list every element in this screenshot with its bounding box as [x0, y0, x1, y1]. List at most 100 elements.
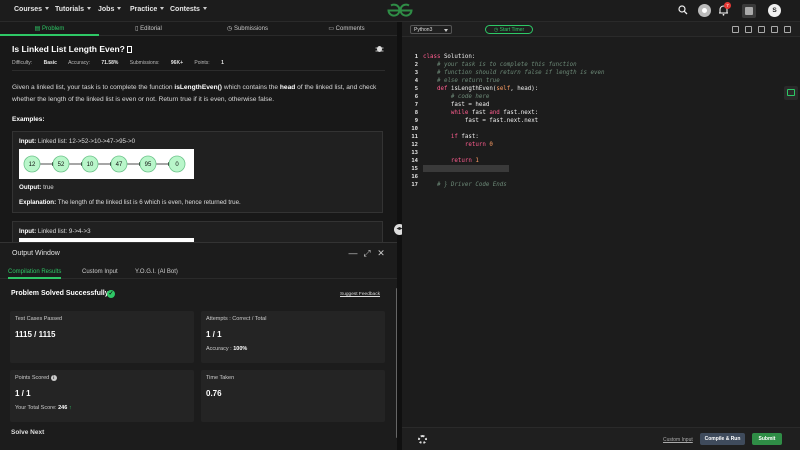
code-line[interactable]: # else return true — [423, 78, 500, 84]
chevron-down-icon — [87, 7, 92, 10]
nav-tutorials[interactable]: Tutorials — [55, 6, 92, 13]
total-score-value: 246 — [58, 405, 68, 411]
apps-icon[interactable] — [742, 4, 756, 18]
bookmark-icon[interactable] — [127, 46, 133, 53]
minimize-icon[interactable]: — — [347, 247, 359, 259]
editor-footer: Custom Input Compile & Run Submit — [402, 427, 800, 450]
solve-next-heading: Solve Next — [11, 429, 45, 436]
difficulty-value: Basic — [43, 60, 57, 66]
nav-practice[interactable]: Practice — [130, 6, 165, 13]
node-label: 47 — [116, 162, 123, 168]
result-status: Problem Solved Successfully — [11, 290, 109, 297]
arrow-up-icon: ↑ — [68, 405, 72, 411]
code-line[interactable]: fast = fast.next.next — [423, 118, 538, 124]
tab-problem[interactable]: ▤ Problem — [0, 22, 99, 36]
tab-submissions[interactable]: ◷ Submissions — [198, 22, 297, 36]
line-numbers: 1 2 3 4 5 6 7 8 9 10 11 12 13 14 15 16 17 — [402, 37, 420, 427]
check-icon: ✓ — [107, 290, 115, 298]
fullscreen-icon[interactable] — [771, 26, 778, 33]
example-box: Input: Linked list: 12->52->10->47->95->… — [12, 131, 383, 213]
language-select[interactable]: Python3 — [410, 25, 452, 34]
code-line[interactable]: # code here — [423, 94, 489, 100]
line-number: 3 — [414, 70, 418, 76]
test-cases-value: 1115 / 1115 — [15, 330, 56, 339]
submissions-value: 96K+ — [170, 60, 183, 66]
folded-code-marker[interactable] — [423, 165, 509, 172]
points-value: 1 / 1 — [15, 389, 31, 398]
code-line[interactable]: def isLengthEven(self, head): — [423, 86, 538, 92]
test-cases-card: Test Cases Passed 1115 / 1115 — [10, 311, 194, 363]
line-number: 2 — [414, 62, 418, 68]
notification-badge: 7 — [724, 2, 731, 9]
code-line[interactable]: # } Driver Code Ends — [423, 182, 507, 188]
line-number: 11 — [411, 134, 418, 140]
problem-icon: ▤ — [34, 26, 42, 32]
chevron-down-icon — [45, 7, 50, 10]
problem-description: Given a linked list, your task is to com… — [12, 84, 377, 103]
line-number: 15 — [411, 166, 418, 172]
start-timer-button[interactable]: ◷ Start Timer — [485, 25, 533, 34]
code-line[interactable]: fast = head — [423, 102, 489, 108]
chevron-down-icon — [202, 7, 207, 10]
tab-compilation-results[interactable]: Compilation Results — [8, 265, 62, 279]
line-number: 10 — [411, 126, 418, 132]
settings-gear-icon[interactable] — [418, 435, 427, 444]
custom-input-link[interactable]: Custom Input — [663, 437, 693, 443]
comments-icon: ▭ — [328, 26, 336, 32]
output-tabs: Compilation Results Custom Input Y.O.G.I… — [0, 265, 397, 279]
code-line[interactable]: # your task is to complete this function — [423, 62, 577, 68]
compile-run-button[interactable]: Compile & Run — [700, 433, 745, 445]
line-number: 12 — [411, 142, 418, 148]
theme-toggle-icon[interactable] — [698, 4, 711, 17]
examples-heading: Examples: — [12, 116, 45, 123]
tab-custom-input[interactable]: Custom Input — [82, 265, 118, 279]
chevron-down-icon — [444, 29, 448, 32]
problem-tabs: ▤ Problem ▯ Editorial ◷ Submissions ▭ Co… — [0, 22, 397, 36]
settings-icon[interactable] — [784, 26, 791, 33]
node-label: 95 — [145, 162, 152, 168]
close-icon[interactable]: ✕ — [375, 247, 387, 259]
nav-contests[interactable]: Contests — [170, 6, 207, 13]
editor-toolbar: Python3 ◷ Start Timer — [402, 22, 800, 37]
line-number: 17 — [411, 182, 418, 188]
time-card: Time Taken 0.76 — [201, 370, 385, 422]
chat-icon[interactable] — [784, 86, 798, 100]
line-number: 7 — [414, 102, 418, 108]
file-icon[interactable] — [745, 26, 752, 33]
copy-icon[interactable] — [732, 26, 739, 33]
problem-title: Is Linked List Length Even? — [12, 44, 133, 54]
expand-icon[interactable]: ⤢ — [361, 247, 373, 259]
line-number: 14 — [411, 158, 418, 164]
code-line[interactable]: class Solution: — [423, 54, 475, 60]
info-icon[interactable]: i — [50, 375, 57, 381]
nav-jobs[interactable]: Jobs — [98, 6, 122, 13]
suggest-feedback-link[interactable]: Suggest Feedback — [340, 292, 380, 297]
code-line[interactable]: while fast and fast.next: — [423, 110, 538, 116]
tab-comments[interactable]: ▭ Comments — [297, 22, 396, 36]
node-label: 52 — [58, 162, 65, 168]
tab-editorial[interactable]: ▯ Editorial — [99, 22, 198, 36]
search-icon[interactable] — [678, 5, 688, 15]
divider — [12, 70, 385, 71]
line-number: 4 — [414, 78, 418, 84]
top-nav: Courses Tutorials Jobs Practice Contests… — [0, 0, 800, 22]
code-editor: Python3 ◷ Start Timer 1 2 3 4 5 6 7 8 9 10 11 12 13 1… — [402, 22, 800, 450]
submit-button[interactable]: Submit — [752, 433, 782, 445]
tab-yogi-ai-bot[interactable]: Y.O.G.I. (AI Bot) — [135, 265, 178, 279]
line-number: 5 — [414, 86, 418, 92]
reset-icon[interactable] — [758, 26, 765, 33]
avatar[interactable]: S — [768, 4, 781, 17]
attempts-card: Attempts : Correct / Total 1 / 1 Accurac… — [201, 311, 385, 363]
time-value: 0.76 — [206, 389, 222, 398]
line-number: 9 — [414, 118, 418, 124]
gfg-logo[interactable] — [386, 2, 414, 19]
accuracy-value: 100% — [233, 346, 248, 352]
code-line[interactable]: return 0 — [423, 142, 493, 148]
accuracy-value: 71.58% — [101, 60, 119, 66]
code-line[interactable]: # function should return false if length… — [423, 70, 605, 76]
nav-courses[interactable]: Courses — [14, 6, 50, 13]
code-line[interactable]: if fast: — [423, 134, 479, 140]
node-label: 10 — [87, 162, 94, 168]
bug-report-icon[interactable] — [375, 44, 384, 53]
code-line[interactable]: return 1 — [423, 158, 479, 164]
